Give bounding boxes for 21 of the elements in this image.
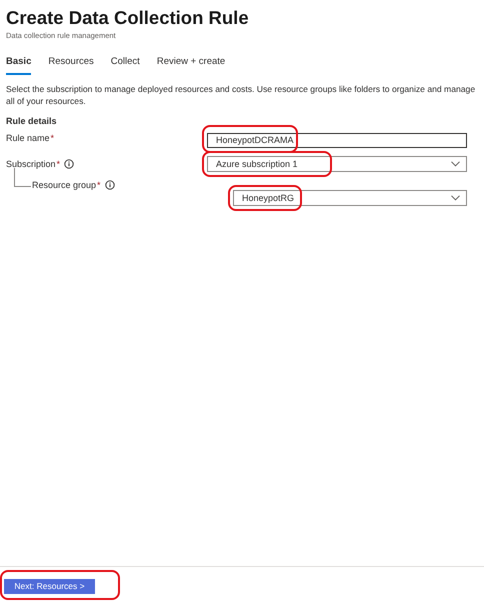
required-mark: * — [56, 159, 60, 169]
dropdown-field[interactable]: HoneypotRG — [233, 190, 467, 206]
tab[interactable]: Resources — [48, 53, 94, 75]
tab[interactable]: Basic — [6, 53, 32, 75]
next-button[interactable]: Next: Resources > — [4, 578, 95, 594]
chevron-down-icon — [451, 195, 460, 201]
rule-name-input[interactable]: HoneypotDCRAMA — [207, 132, 467, 148]
info-icon[interactable] — [64, 159, 74, 169]
field-label: Subscription — [6, 159, 56, 169]
section-heading: Rule details — [6, 116, 58, 126]
field-label: Resource group — [32, 180, 96, 190]
required-mark: * — [50, 133, 54, 143]
required-mark: * — [97, 180, 101, 190]
description-text: Select the subscription to manage deployed resources and costs. Use resource groups like folders to organize and manage all of your resources. — [6, 83, 476, 107]
tab[interactable]: Review + create — [156, 53, 226, 75]
dropdown-field[interactable]: Azure subscription 1 — [207, 156, 467, 172]
chevron-down-icon — [451, 161, 460, 167]
info-icon[interactable] — [104, 180, 115, 190]
page-title: Create Data Collection Rule — [6, 6, 250, 30]
field-label: Rule name — [6, 133, 50, 143]
tab[interactable]: Collect — [110, 53, 140, 75]
